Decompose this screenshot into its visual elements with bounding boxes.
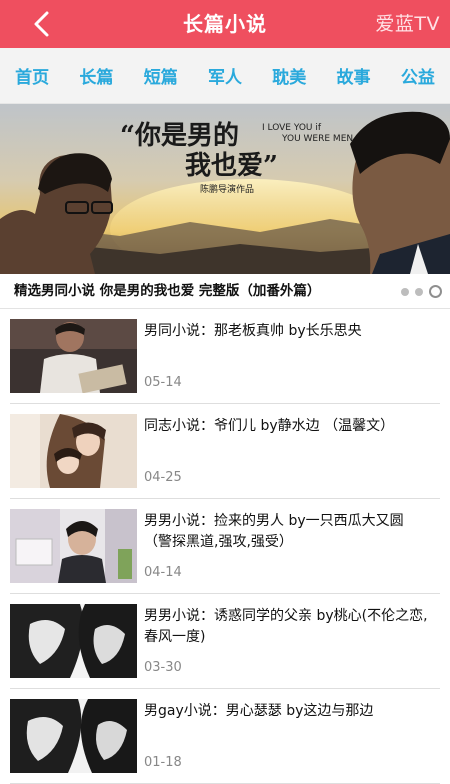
article-date: 03-30 [144,660,182,675]
article-title[interactable]: 男男小说：捡来的男人 by一只西瓜大又圆 （警探黑道,强攻,强受） [144,511,436,553]
list-item[interactable]: 男gay小说：男心瑟瑟 by这边与那边 01-18 [10,689,440,784]
banner-caption[interactable]: 精选男同小说 你是男的我也爱 完整版（加番外篇） [14,274,320,308]
list-item[interactable]: 男男小说：捡来的男人 by一只西瓜大又圆 （警探黑道,强攻,强受） 04-14 [10,499,440,594]
top-header: 长篇小说 爱蓝TV [0,0,450,48]
category-nav: 首页 长篇 短篇 军人 耽美 故事 公益 [0,48,450,104]
nav-item-stories[interactable]: 故事 [335,63,373,88]
nav-item-military[interactable]: 军人 [206,63,244,88]
svg-text:YOU WERE MEN: YOU WERE MEN [281,134,353,144]
article-thumbnail [10,699,137,773]
slide-dot[interactable] [401,287,409,296]
nav-item-short[interactable]: 短篇 [142,63,180,88]
slide-dot-active[interactable] [429,285,442,298]
banner-slide[interactable]: “你是男的 我也爱” I LOVE YOU if YOU WERE MEN 陈鹏… [0,104,450,274]
article-title[interactable]: 男同小说：那老板真帅 by长乐思央 [144,321,436,342]
svg-text:“你是男的: “你是男的 [120,120,239,151]
article-date: 04-14 [144,565,182,580]
banner-caption-bar: 精选男同小说 你是男的我也爱 完整版（加番外篇） [0,274,450,309]
list-item[interactable]: 男男小说：诱惑同学的父亲 by桃心(不伦之恋,春风一度) 03-30 [10,594,440,689]
article-thumbnail [10,414,137,488]
slide-indicator [401,285,442,298]
article-thumbnail [10,604,137,678]
article-thumbnail [10,509,137,583]
nav-item-charity[interactable]: 公益 [399,63,437,88]
svg-text:陈鹏导演作品: 陈鹏导演作品 [200,183,254,195]
article-date: 05-14 [144,375,182,390]
article-thumbnail [10,319,137,393]
svg-text:我也爱”: 我也爱” [185,151,278,181]
article-title[interactable]: 男男小说：诱惑同学的父亲 by桃心(不伦之恋,春风一度) [144,606,436,648]
slide-dot[interactable] [415,287,423,296]
list-item[interactable]: 同志小说：爷们儿 by静水边 （温馨文） 04-25 [10,404,440,499]
list-item[interactable]: 男同小说：那老板真帅 by长乐思央 05-14 [10,309,440,404]
article-title[interactable]: 男gay小说：男心瑟瑟 by这边与那边 [144,701,436,722]
nav-item-danmei[interactable]: 耽美 [270,63,308,88]
article-list: 男同小说：那老板真帅 by长乐思央 05-14 同志小说：爷们儿 by静水边 （… [0,309,450,784]
brand-logo[interactable]: 爱蓝TV [375,0,440,48]
article-title[interactable]: 同志小说：爷们儿 by静水边 （温馨文） [144,416,436,437]
svg-text:I LOVE YOU if: I LOVE YOU if [262,123,322,133]
article-date: 04-25 [144,470,182,485]
nav-item-home[interactable]: 首页 [13,63,51,88]
banner-poster-image: “你是男的 我也爱” I LOVE YOU if YOU WERE MEN 陈鹏… [0,104,450,274]
nav-item-long[interactable]: 长篇 [77,63,115,88]
article-date: 01-18 [144,755,182,770]
